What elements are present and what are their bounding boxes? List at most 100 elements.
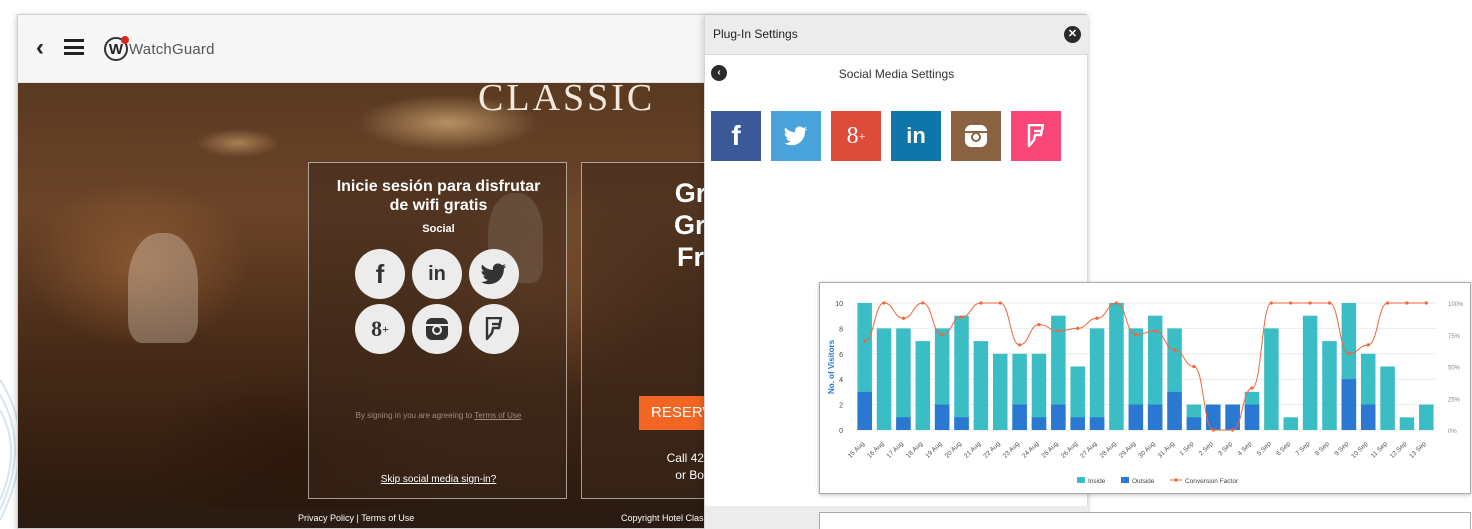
- x-tick-label: 29 Aug: [1118, 440, 1138, 460]
- close-icon[interactable]: ✕: [1064, 26, 1081, 43]
- x-tick-label: 17 Aug: [886, 440, 906, 460]
- y-tick-label: 8: [839, 326, 843, 333]
- plugin-panel-header: Plug-In Settings ✕: [705, 15, 1088, 55]
- conversion-point: [921, 301, 925, 305]
- back-chevron-icon[interactable]: ‹: [30, 35, 50, 61]
- linkedin-icon[interactable]: in: [891, 111, 941, 161]
- bar-inside: [1264, 328, 1279, 430]
- bar-outside: [1012, 404, 1027, 430]
- facebook-icon[interactable]: f: [355, 249, 405, 299]
- conversion-point: [1192, 364, 1196, 369]
- bar-inside: [876, 328, 892, 430]
- google-plus-icon[interactable]: 8 +: [355, 304, 405, 354]
- bar-inside: [973, 341, 989, 430]
- bar-inside: [992, 353, 1008, 430]
- x-tick-label: 12 Sep: [1389, 440, 1409, 460]
- x-tick-label: 5 Sep: [1256, 440, 1273, 457]
- x-tick-label: 15 Aug: [847, 440, 867, 460]
- conversion-point: [901, 316, 906, 320]
- twitter-icon[interactable]: [469, 249, 519, 299]
- y2-tick-label: 100%: [1448, 302, 1464, 308]
- legend-swatch-outside: [1121, 477, 1129, 483]
- hamburger-menu-icon[interactable]: [64, 39, 84, 55]
- x-tick-label: 2 Sep: [1198, 440, 1215, 457]
- copyright-text: Copyright Hotel Class: [621, 513, 709, 523]
- bar-inside: [1089, 328, 1105, 430]
- watchguard-mark-icon: W: [104, 36, 129, 61]
- conversion-point: [1095, 316, 1099, 320]
- bar-outside: [1206, 404, 1221, 430]
- x-tick-label: 4 Sep: [1236, 440, 1253, 457]
- conversion-point: [959, 315, 964, 319]
- bar-outside: [1225, 404, 1240, 430]
- google-plus-icon[interactable]: 8 +: [831, 111, 881, 161]
- second-chart-card: [819, 512, 1471, 529]
- x-tick-label: 9 Sep: [1333, 440, 1350, 457]
- foursquare-icon[interactable]: [469, 304, 519, 354]
- x-tick-label: 24 Aug: [1021, 440, 1041, 460]
- legend-label: Conversion Factor: [1185, 478, 1239, 485]
- privacy-terms-links[interactable]: Privacy Policy | Terms of Use: [298, 513, 414, 523]
- conversion-point: [979, 301, 983, 305]
- x-tick-label: 16 Aug: [866, 440, 886, 460]
- bar-inside: [1302, 315, 1318, 430]
- conversion-point: [1134, 333, 1138, 337]
- instagram-icon[interactable]: [412, 304, 462, 354]
- x-tick-label: 8 Sep: [1314, 440, 1331, 457]
- linkedin-icon[interactable]: in: [412, 249, 462, 299]
- x-tick-label: 28 Aug: [1099, 440, 1119, 460]
- bar-outside: [954, 417, 969, 430]
- x-tick-label: 1 Sep: [1178, 440, 1195, 457]
- bar-inside: [1419, 404, 1434, 430]
- conversion-point: [1114, 301, 1119, 305]
- login-title: Inicie sesión para disfrutar de wifi gra…: [336, 178, 541, 214]
- conversion-point: [1172, 348, 1177, 352]
- bar-outside: [1147, 404, 1163, 430]
- twitter-icon[interactable]: [771, 111, 821, 161]
- visitors-chart: 02468100%25%50%75%100%No. of Visitors15 …: [827, 301, 1464, 485]
- watchguard-logo: W WatchGuard: [104, 35, 215, 63]
- y2-tick-label: 0%: [1448, 429, 1457, 435]
- conversion-point: [1018, 343, 1022, 347]
- bar-outside: [857, 391, 872, 430]
- conversion-point: [1424, 301, 1428, 305]
- bar-inside: [1109, 303, 1124, 430]
- conversion-point: [1076, 326, 1080, 330]
- login-card: Inicie sesión para disfrutar de wifi gra…: [308, 162, 567, 499]
- terms-of-use-link[interactable]: Terms of Use: [474, 411, 521, 420]
- social-label: Social: [422, 223, 455, 235]
- conversion-point: [882, 301, 886, 305]
- conversion-point: [998, 301, 1002, 305]
- x-tick-label: 25 Aug: [1040, 440, 1060, 460]
- skip-social-link[interactable]: Skip social media sign-in?: [309, 474, 568, 485]
- facebook-icon[interactable]: f: [711, 111, 761, 161]
- bar-inside: [915, 341, 931, 430]
- y-tick-label: 10: [835, 301, 843, 308]
- x-tick-label: 20 Aug: [944, 440, 964, 460]
- x-tick-label: 31 Aug: [1157, 440, 1177, 460]
- conversion-point: [1385, 301, 1390, 305]
- instagram-icon[interactable]: [951, 111, 1001, 161]
- conversion-point: [1153, 329, 1157, 333]
- conversion-point: [1037, 322, 1041, 327]
- bar-outside: [1031, 417, 1047, 430]
- bar-outside: [934, 404, 950, 430]
- x-tick-label: 30 Aug: [1137, 440, 1157, 460]
- x-tick-label: 18 Aug: [905, 440, 925, 460]
- conversion-point: [1327, 301, 1332, 305]
- foursquare-icon[interactable]: [1011, 111, 1061, 161]
- conversion-point: [1289, 301, 1293, 305]
- y-axis-label: No. of Visitors: [827, 339, 836, 394]
- bar-outside: [1341, 379, 1357, 430]
- conversion-point: [1231, 428, 1235, 432]
- bar-inside: [1399, 417, 1415, 430]
- y-tick-label: 2: [839, 403, 843, 410]
- bar-outside: [1051, 404, 1066, 430]
- legend-swatch-inside: [1077, 477, 1085, 483]
- x-tick-label: 22 Aug: [982, 440, 1002, 460]
- bar-outside: [1128, 404, 1144, 430]
- y2-tick-label: 25%: [1448, 397, 1461, 403]
- x-tick-label: 6 Sep: [1275, 440, 1292, 457]
- bar-inside: [1380, 366, 1395, 430]
- bar-outside: [1089, 417, 1105, 430]
